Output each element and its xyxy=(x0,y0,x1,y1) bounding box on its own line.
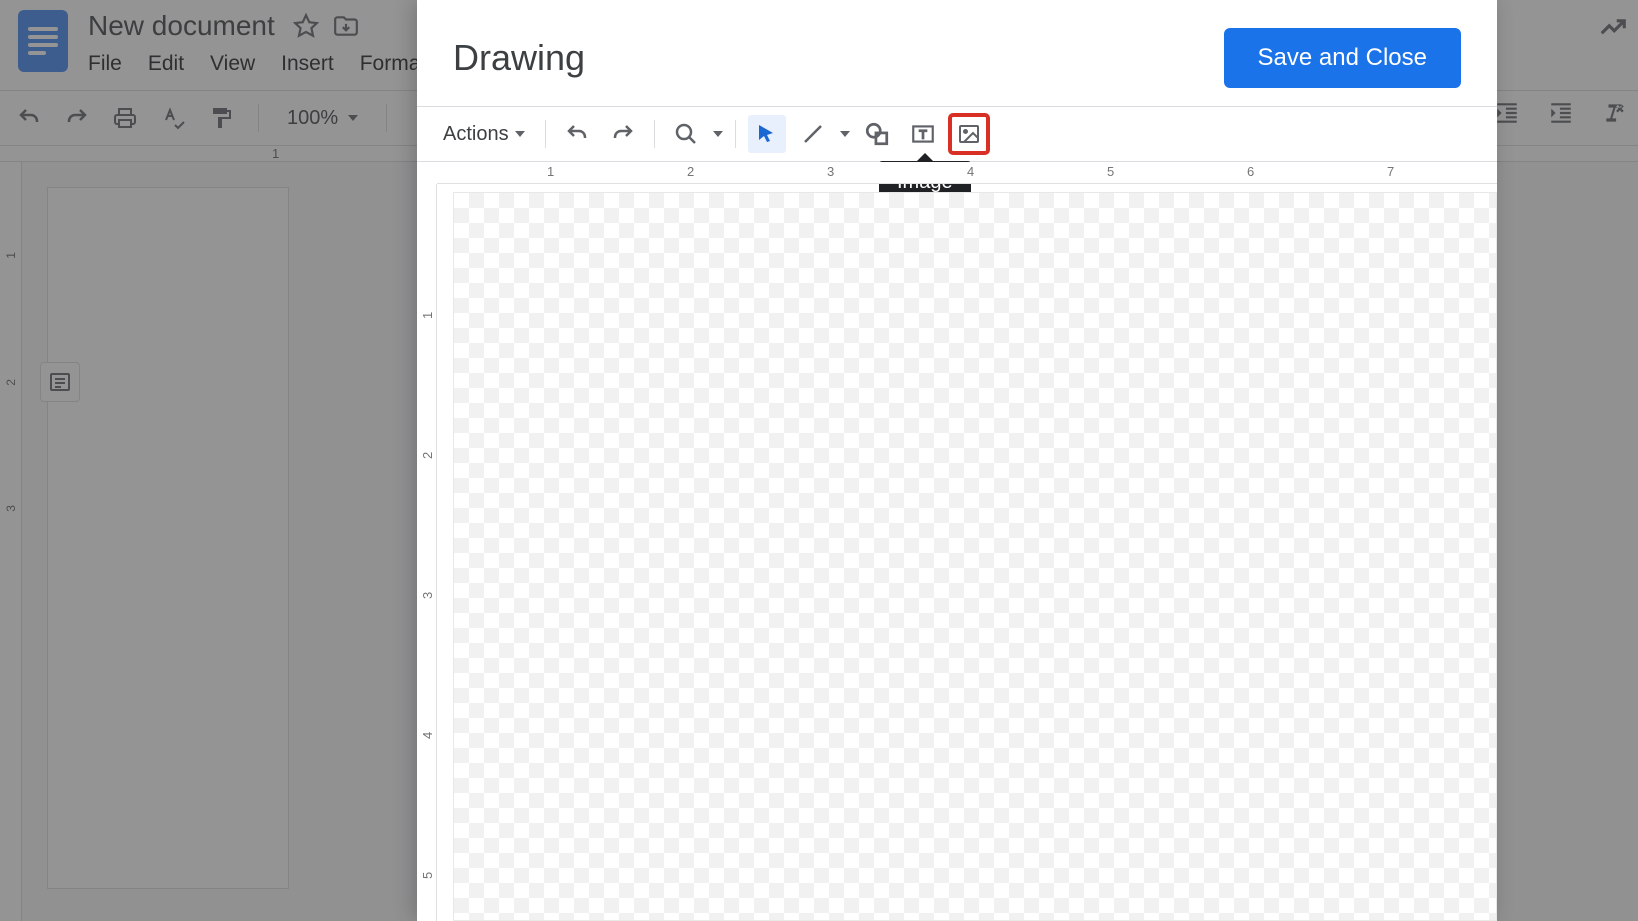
actions-dropdown[interactable]: Actions xyxy=(435,119,533,150)
line-tool-icon[interactable] xyxy=(794,115,832,153)
image-tool-button[interactable] xyxy=(950,115,988,153)
save-and-close-button[interactable]: Save and Close xyxy=(1224,28,1461,88)
undo-icon[interactable] xyxy=(558,115,596,153)
drawing-canvas[interactable] xyxy=(453,192,1497,921)
drawing-dialog: Drawing Save and Close Actions Image 1 2… xyxy=(417,0,1497,921)
select-tool-icon[interactable] xyxy=(748,115,786,153)
drawing-title: Drawing xyxy=(453,37,585,79)
shape-tool-icon[interactable] xyxy=(858,115,896,153)
redo-icon[interactable] xyxy=(604,115,642,153)
zoom-dropdown-icon[interactable] xyxy=(713,131,723,137)
drawing-vertical-ruler: 1 2 3 4 5 xyxy=(417,184,437,921)
drawing-horizontal-ruler: 1 2 3 4 5 6 7 xyxy=(437,162,1497,184)
textbox-tool-icon[interactable] xyxy=(904,115,942,153)
line-dropdown-icon[interactable] xyxy=(840,131,850,137)
zoom-icon[interactable] xyxy=(667,115,705,153)
drawing-toolbar: Actions Image xyxy=(417,106,1497,162)
